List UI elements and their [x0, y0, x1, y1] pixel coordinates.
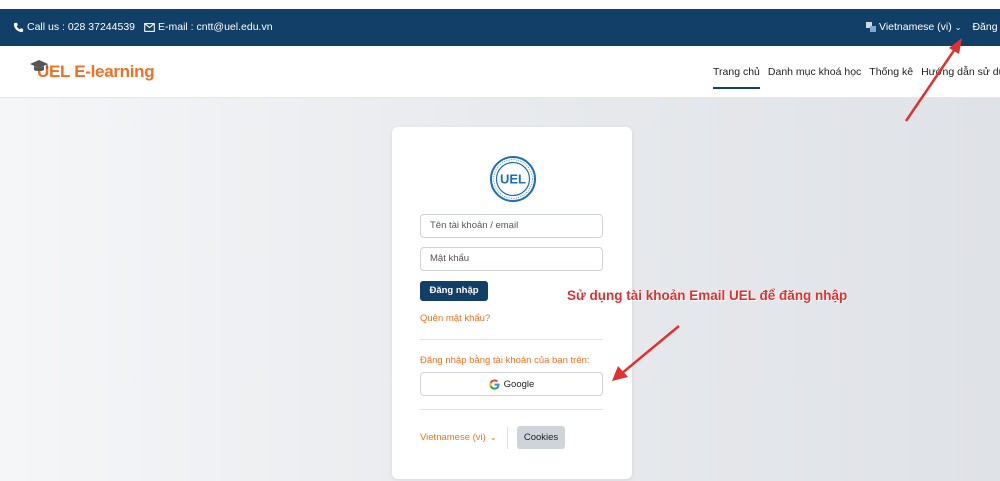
forgot-password-link[interactable]: Quên mật khẩu?	[420, 313, 490, 324]
language-icon	[866, 22, 876, 32]
chevron-down-icon: ⌄	[489, 433, 497, 442]
email-address[interactable]: E-mail : cntt@uel.edu.vn	[158, 21, 273, 33]
contact-info: Call us : 028 37244539 E-mail : cntt@uel…	[13, 21, 273, 33]
google-icon	[489, 378, 500, 390]
nav-links: Trang chủ Danh mục khoá học Thống kê Hướ…	[713, 46, 1000, 98]
nav-course-catalog[interactable]: Danh mục khoá học	[768, 46, 861, 98]
envelope-icon	[144, 22, 155, 32]
login-card: UEL Tên tài khoản / email Mật khẩu Đăng …	[392, 127, 632, 479]
footer-separator	[507, 427, 508, 449]
main-navbar: UEL E-learning Trang chủ Danh mục khoá h…	[0, 46, 1000, 98]
login-button[interactable]: Đăng nhập	[420, 281, 488, 301]
topbar-actions: Vietnamese (vi) ⌄ Đăng nhập	[866, 21, 1000, 33]
username-input[interactable]: Tên tài khoản / email	[420, 214, 603, 238]
cookies-button[interactable]: Cookies	[517, 426, 565, 449]
graduation-cap-icon	[30, 60, 48, 72]
nav-home[interactable]: Trang chủ	[713, 46, 760, 98]
divider	[420, 409, 603, 410]
site-logo[interactable]: UEL E-learning	[29, 59, 155, 85]
chevron-down-icon: ⌄	[954, 22, 962, 32]
footer-language-selector[interactable]: Vietnamese (vi) ⌄	[420, 432, 497, 443]
footer-language-label: Vietnamese (vi)	[420, 432, 486, 443]
top-info-bar: Call us : 028 37244539 E-mail : cntt@uel…	[0, 9, 1000, 46]
password-input[interactable]: Mật khẩu	[420, 247, 603, 271]
alt-login-title: Đăng nhập bằng tài khoản của bạn trên:	[420, 355, 590, 366]
google-login-button[interactable]: Google	[420, 372, 603, 396]
emblem-text: UEL	[500, 172, 526, 187]
annotation-text: Sử dụng tài khoản Email UEL để đăng nhập	[567, 288, 848, 303]
language-selector[interactable]: Vietnamese (vi)	[879, 21, 952, 33]
phone-icon	[13, 22, 24, 32]
login-link[interactable]: Đăng nhập	[972, 21, 1000, 33]
nav-user-guide[interactable]: Hướng dẫn sử dụng	[921, 46, 1000, 98]
logo-text: UEL E-learning	[37, 62, 155, 81]
google-button-label: Google	[503, 378, 535, 390]
divider	[420, 339, 603, 340]
nav-statistics[interactable]: Thống kê	[869, 46, 913, 98]
phone-number: Call us : 028 37244539	[27, 21, 135, 33]
uel-emblem-logo: UEL	[490, 156, 536, 202]
